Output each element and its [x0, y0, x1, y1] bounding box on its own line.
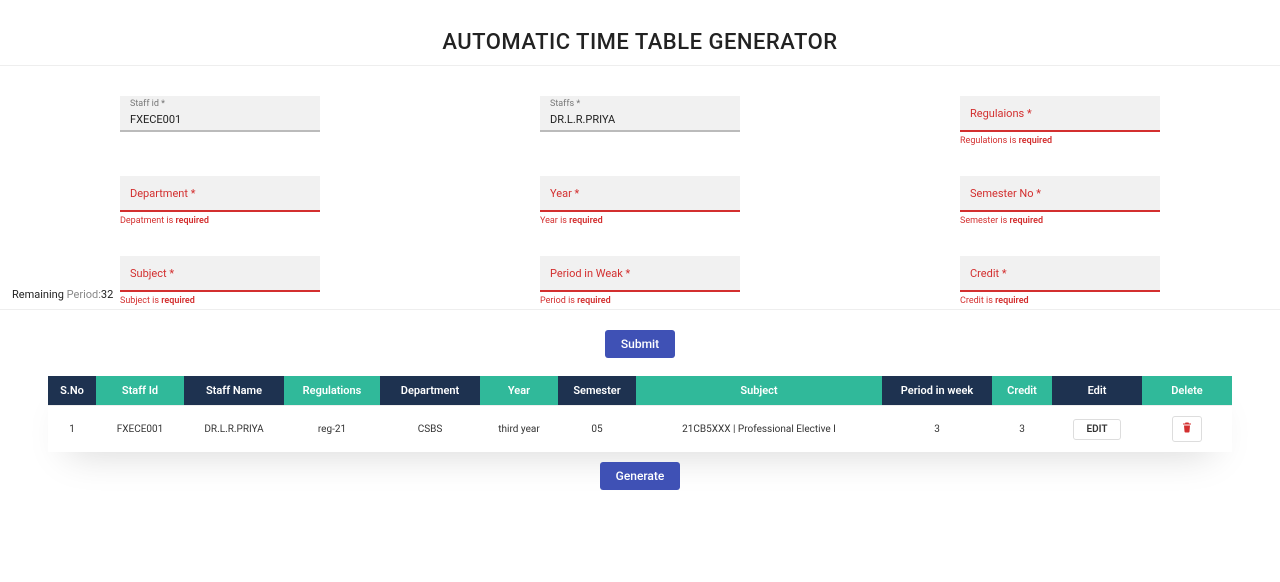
- regulations-label: Regulaions *: [970, 107, 1150, 120]
- regulations-field[interactable]: Regulaions *: [960, 96, 1160, 132]
- edit-button[interactable]: EDIT: [1073, 419, 1120, 440]
- cell-delete: [1142, 406, 1232, 453]
- th-period: Period in week: [882, 376, 992, 406]
- staffs-field[interactable]: Staffs * DR.L.R.PRIYA: [540, 96, 740, 132]
- form-row-1: Staff id * FXECE001 Staffs * DR.L.R.PRIY…: [120, 96, 1160, 146]
- year-group: Year * Year is required: [540, 176, 740, 226]
- credit-group: Credit * Credit is required: [960, 256, 1160, 306]
- th-edit: Edit: [1052, 376, 1142, 406]
- semester-field[interactable]: Semester No *: [960, 176, 1160, 212]
- cell-department: CSBS: [380, 406, 480, 453]
- staff-id-value: FXECE001: [130, 113, 310, 126]
- cell-period: 3: [882, 406, 992, 453]
- period-hint: Period is required: [540, 296, 740, 306]
- th-delete: Delete: [1142, 376, 1232, 406]
- period-group: Period in Weak * Period is required: [540, 256, 740, 306]
- department-group: Department * Depatment is required: [120, 176, 320, 226]
- below-table: Generate: [48, 452, 1232, 490]
- cell-sno: 1: [48, 406, 96, 453]
- th-staff-id: Staff Id: [96, 376, 184, 406]
- th-credit: Credit: [992, 376, 1052, 406]
- th-regulations: Regulations: [284, 376, 380, 406]
- period-label: Period in Weak *: [550, 267, 730, 280]
- page-title: AUTOMATIC TIME TABLE GENERATOR: [0, 0, 1280, 65]
- cell-semester: 05: [558, 406, 636, 453]
- submit-button[interactable]: Submit: [605, 330, 675, 358]
- semester-label: Semester No *: [970, 187, 1150, 200]
- cell-subject: 21CB5XXX | Professional Elective I: [636, 406, 882, 453]
- th-semester: Semester: [558, 376, 636, 406]
- department-field[interactable]: Department *: [120, 176, 320, 212]
- year-field[interactable]: Year *: [540, 176, 740, 212]
- table-head: S.No Staff Id Staff Name Regulations Dep…: [48, 376, 1232, 406]
- staff-id-label: Staff id *: [130, 99, 165, 109]
- staffs-value: DR.L.R.PRIYA: [550, 113, 730, 126]
- year-label: Year *: [550, 187, 730, 200]
- th-department: Department: [380, 376, 480, 406]
- subject-label: Subject *: [130, 267, 310, 280]
- subject-group: Subject * Subject is required: [120, 256, 320, 306]
- form-section: Staff id * FXECE001 Staffs * DR.L.R.PRIY…: [0, 66, 1280, 306]
- cell-edit: EDIT: [1052, 406, 1142, 453]
- semester-hint: Semester is required: [960, 216, 1160, 226]
- cell-year: third year: [480, 406, 558, 453]
- semester-group: Semester No * Semester is required: [960, 176, 1160, 226]
- bottom-section: Submit S.No Staff Id Staff Name Regulati…: [0, 310, 1280, 490]
- th-staff-name: Staff Name: [184, 376, 284, 406]
- credit-hint: Credit is required: [960, 296, 1160, 306]
- department-label: Department *: [130, 187, 310, 200]
- delete-button[interactable]: [1172, 416, 1202, 442]
- cell-credit: 3: [992, 406, 1052, 453]
- subject-field[interactable]: Subject *: [120, 256, 320, 292]
- form-row-3: Subject * Subject is required Period in …: [120, 256, 1160, 306]
- staff-id-field[interactable]: Staff id * FXECE001: [120, 96, 320, 132]
- credit-label: Credit *: [970, 267, 1150, 280]
- year-hint: Year is required: [540, 216, 740, 226]
- period-field[interactable]: Period in Weak *: [540, 256, 740, 292]
- cell-staff-name: DR.L.R.PRIYA: [184, 406, 284, 453]
- staffs-label: Staffs *: [550, 99, 580, 109]
- cell-staff-id: FXECE001: [96, 406, 184, 453]
- th-sno: S.No: [48, 376, 96, 406]
- regulations-group: Regulaions * Regulations is required: [960, 96, 1160, 146]
- table-row: 1 FXECE001 DR.L.R.PRIYA reg-21 CSBS thir…: [48, 406, 1232, 453]
- trash-icon: [1181, 421, 1193, 437]
- form-row-2: Department * Depatment is required Year …: [120, 176, 1160, 226]
- credit-field[interactable]: Credit *: [960, 256, 1160, 292]
- department-hint: Depatment is required: [120, 216, 320, 226]
- cell-regulations: reg-21: [284, 406, 380, 453]
- th-year: Year: [480, 376, 558, 406]
- staffs-group: Staffs * DR.L.R.PRIYA: [540, 96, 740, 146]
- generate-button[interactable]: Generate: [600, 462, 681, 490]
- subject-hint: Subject is required: [120, 296, 320, 306]
- staff-id-group: Staff id * FXECE001: [120, 96, 320, 146]
- regulations-hint: Regulations is required: [960, 136, 1160, 146]
- data-table: S.No Staff Id Staff Name Regulations Dep…: [48, 376, 1232, 452]
- th-subject: Subject: [636, 376, 882, 406]
